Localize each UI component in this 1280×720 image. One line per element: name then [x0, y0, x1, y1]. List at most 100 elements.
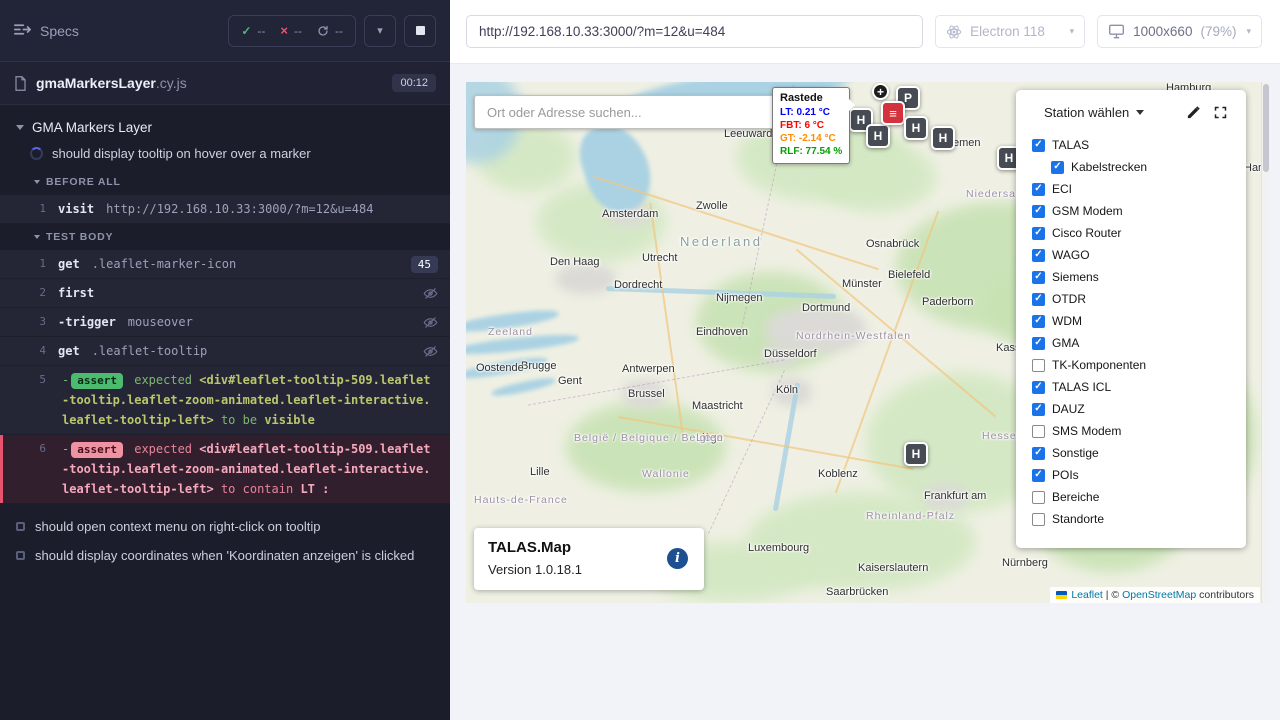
address-search-input[interactable]: [474, 95, 806, 129]
command-row-assert-failed[interactable]: 6 -assert expected <div#leaflet-tooltip-…: [0, 435, 450, 504]
map-label: Utrecht: [642, 252, 677, 264]
layer-checkbox-row[interactable]: GMA: [1032, 332, 1230, 354]
command-row-trigger[interactable]: 3 -trigger mouseover: [0, 308, 450, 337]
assert-message: -assert expected <div#leaflet-tooltip-50…: [58, 370, 438, 430]
layer-checkbox-row[interactable]: WAGO: [1032, 244, 1230, 266]
layer-checkbox-row[interactable]: Sonstige: [1032, 442, 1230, 464]
checkbox[interactable]: [1032, 315, 1045, 328]
station-select-dropdown[interactable]: Station wählen: [1044, 105, 1129, 120]
checkbox[interactable]: [1032, 425, 1045, 438]
checkbox[interactable]: [1032, 139, 1045, 152]
specs-button[interactable]: Specs: [14, 23, 79, 39]
map-marker[interactable]: ≡: [881, 101, 905, 125]
map-label: Oostende: [476, 362, 524, 374]
checkbox[interactable]: [1032, 403, 1045, 416]
command-row-first[interactable]: 2 first: [0, 279, 450, 308]
layer-checkbox-row[interactable]: TK-Komponenten: [1032, 354, 1230, 376]
layer-label: WAGO: [1052, 248, 1090, 262]
checkbox[interactable]: [1032, 337, 1045, 350]
command-row-visit[interactable]: 1 visit http://192.168.10.33:3000/?m=12&…: [0, 195, 450, 224]
layer-checkbox-row[interactable]: POIs: [1032, 464, 1230, 486]
stat-passed: ✓ --: [241, 24, 265, 38]
viewport-selector[interactable]: 1000x660 (79%) ▾: [1097, 15, 1262, 48]
layer-checkbox-row[interactable]: GSM Modem: [1032, 200, 1230, 222]
url-input[interactable]: [466, 15, 923, 48]
layer-checkbox-row[interactable]: Kabelstrecken: [1032, 156, 1230, 178]
spec-name: gmaMarkersLayer.cy.js: [36, 75, 187, 91]
command-number: 3: [0, 312, 58, 332]
layer-checkbox-row[interactable]: Bereiche: [1032, 486, 1230, 508]
edit-pencil-icon[interactable]: [1186, 105, 1201, 120]
chevron-down-icon[interactable]: [1136, 110, 1144, 115]
command-args: mouseover: [128, 312, 193, 332]
checkbox[interactable]: [1032, 205, 1045, 218]
checkbox[interactable]: [1032, 183, 1045, 196]
map-label: Düsseldorf: [764, 348, 817, 360]
fullscreen-expand-icon[interactable]: [1213, 105, 1228, 120]
map-marker[interactable]: H: [904, 116, 928, 140]
browser-selector[interactable]: Electron 118 ▾: [935, 15, 1085, 48]
test-item-pending[interactable]: should open context menu on right-click …: [0, 512, 450, 541]
leaflet-map[interactable]: Leeuwarden Groningen Zwolle Amsterdam De…: [466, 82, 1270, 603]
map-marker[interactable]: H: [931, 126, 955, 150]
checkbox[interactable]: [1032, 469, 1045, 482]
layer-checkbox-row[interactable]: Cisco Router: [1032, 222, 1230, 244]
checkbox[interactable]: [1032, 513, 1045, 526]
layer-checkbox-row[interactable]: SMS Modem: [1032, 420, 1230, 442]
map-marker[interactable]: +: [872, 83, 889, 100]
marker-glyph: H: [912, 121, 921, 135]
test-item-pending[interactable]: should display coordinates when 'Koordin…: [0, 541, 450, 570]
section-test-body[interactable]: TEST BODY: [0, 224, 450, 250]
map-label: Nordrhein-Westfalen: [796, 330, 911, 342]
checkbox[interactable]: [1032, 447, 1045, 460]
layer-checkbox-row[interactable]: TALAS: [1032, 134, 1230, 156]
info-icon[interactable]: i: [667, 548, 688, 569]
leaflet-tooltip[interactable]: Rastede LT: 0.21 °C FBT: 6 °C GT: -2.14 …: [772, 87, 850, 164]
checkbox[interactable]: [1032, 249, 1045, 262]
map-label: Osnabrück: [866, 238, 919, 250]
collapse-tests-button[interactable]: ▾: [364, 15, 396, 47]
map-marker[interactable]: H: [904, 442, 928, 466]
runner-controls: ✓ -- × -- -- ▾: [228, 15, 436, 47]
vertical-scrollbar[interactable]: [1261, 82, 1270, 603]
map-marker[interactable]: H: [866, 124, 890, 148]
checkbox[interactable]: [1032, 293, 1045, 306]
layer-label: Cisco Router: [1052, 226, 1121, 240]
layer-checkbox-row[interactable]: TALAS ICL: [1032, 376, 1230, 398]
marker-glyph: H: [939, 131, 948, 145]
layer-label: Bereiche: [1052, 490, 1099, 504]
map-label: Koblenz: [818, 468, 858, 480]
command-row-assert-passed[interactable]: 5 -assert expected <div#leaflet-tooltip-…: [0, 366, 450, 435]
map-label: Antwerpen: [622, 363, 675, 375]
layer-checkbox-row[interactable]: ECI: [1032, 178, 1230, 200]
command-args: http://192.168.10.33:3000/?m=12&u=484: [106, 199, 373, 219]
map-label: Eindhoven: [696, 326, 748, 338]
checkbox[interactable]: [1032, 359, 1045, 372]
app-title: TALAS.Map: [488, 539, 690, 556]
checkbox[interactable]: [1051, 161, 1064, 174]
checkbox[interactable]: [1032, 491, 1045, 504]
layer-checkbox-row[interactable]: Standorte: [1032, 508, 1230, 530]
checkbox[interactable]: [1032, 271, 1045, 284]
map-label: Dortmund: [802, 302, 850, 314]
marker-glyph: +: [877, 86, 884, 98]
command-row-get-marker[interactable]: 1 get .leaflet-marker-icon 45: [0, 250, 450, 279]
scrollbar-thumb[interactable]: [1263, 84, 1269, 172]
attribution-suffix: contributors: [1196, 589, 1254, 601]
layer-checkbox-row[interactable]: DAUZ: [1032, 398, 1230, 420]
layer-checkbox-row[interactable]: OTDR: [1032, 288, 1230, 310]
reporter-topbar: Specs ✓ -- × -- --: [0, 0, 450, 62]
test-item-active[interactable]: should display tooltip on hover over a m…: [0, 142, 450, 169]
layer-checkbox-row[interactable]: Siemens: [1032, 266, 1230, 288]
stop-button[interactable]: [404, 15, 436, 47]
aut-header: Electron 118 ▾ 1000x660 (79%) ▾: [450, 0, 1280, 64]
map-label: Frankfurt am: [924, 490, 986, 502]
suite-title-row[interactable]: GMA Markers Layer: [0, 113, 450, 142]
openstreetmap-link[interactable]: OpenStreetMap: [1122, 589, 1196, 601]
checkbox[interactable]: [1032, 381, 1045, 394]
layer-checkbox-row[interactable]: WDM: [1032, 310, 1230, 332]
leaflet-link[interactable]: Leaflet: [1071, 589, 1103, 601]
checkbox[interactable]: [1032, 227, 1045, 240]
command-row-get-tooltip[interactable]: 4 get .leaflet-tooltip: [0, 337, 450, 366]
section-before-all[interactable]: BEFORE ALL: [0, 169, 450, 195]
